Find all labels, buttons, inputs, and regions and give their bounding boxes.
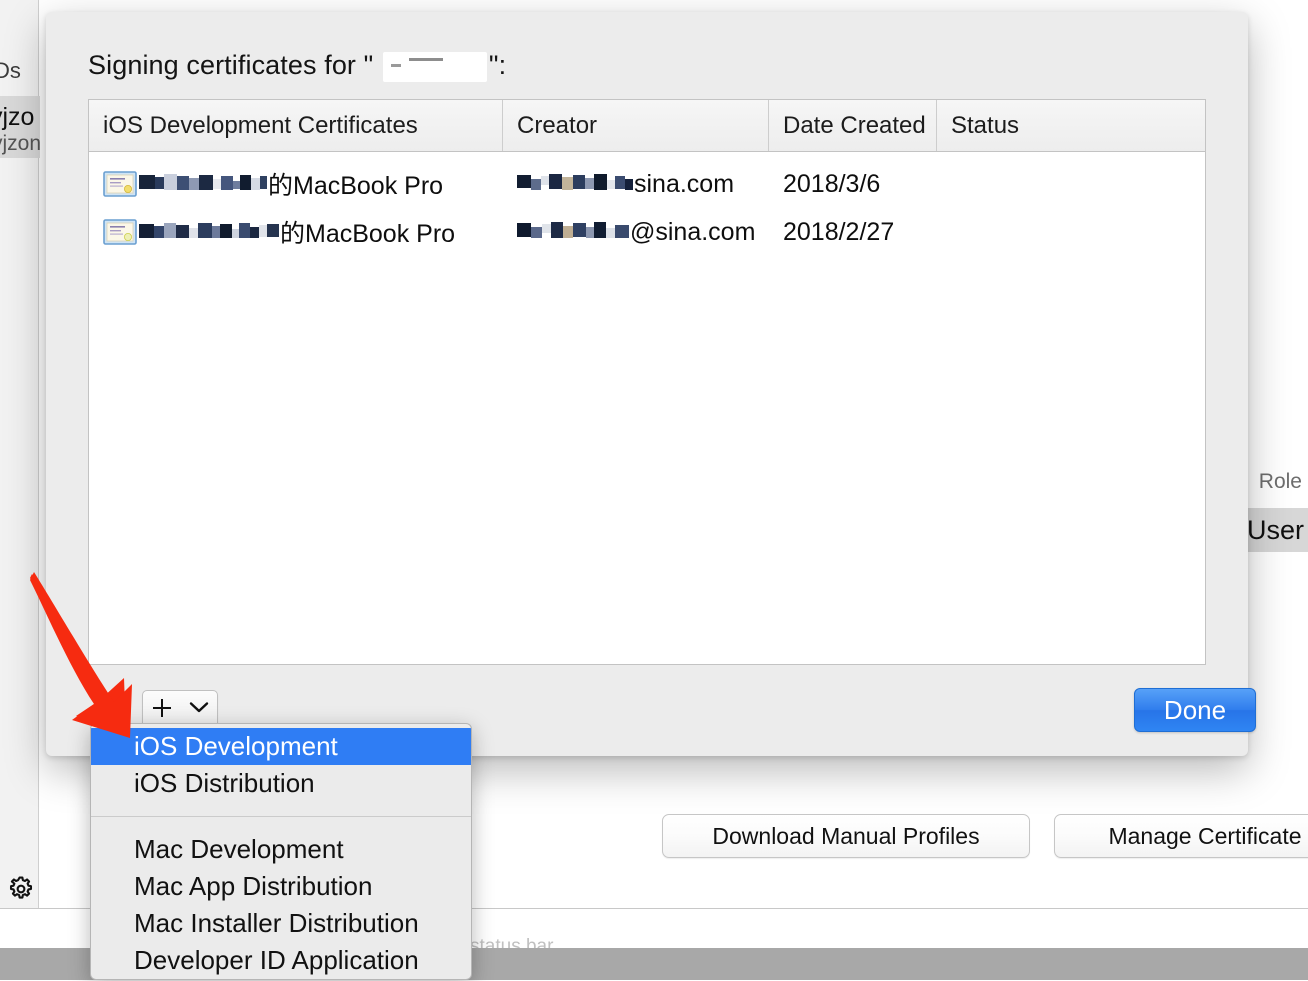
background-team-subtitle: yjzon [0,132,42,155]
certificate-icon [103,171,137,197]
background-team-name: yjzo [0,103,35,131]
background-role-value: User [1246,515,1304,545]
table-row[interactable]: 的MacBook Pro @sina.com 2018/2/27 [89,208,1205,256]
redacted-creator-email [517,172,633,196]
chevron-down-icon [189,700,209,719]
creator-email-suffix: sina.com [634,169,735,198]
download-manual-profiles-button[interactable]: Download Manual Profiles [662,814,1030,858]
certificate-icon [103,219,137,245]
sheet-title-suffix: ": [488,50,507,80]
table-row[interactable]: 的MacBook Pro sina.com 2018/3/6 [89,160,1205,208]
menu-item-ios-development[interactable]: iOS Development [91,728,471,765]
menu-item-developer-id-application[interactable]: Developer ID Application [91,942,471,979]
menu-separator [91,816,471,817]
certificates-table-body: 的MacBook Pro sina.com 2018/3/6 的MacBook … [89,160,1205,256]
background-role-header: Role [1258,470,1302,493]
redacted-owner-name [139,220,279,244]
cell-creator: sina.com [503,170,769,199]
cell-certificate-name: 的MacBook Pro [89,166,503,202]
signing-certificates-sheet: Signing certificates for " ": iOS Develo… [46,12,1256,756]
owner-name-suffix: 的MacBook Pro [280,220,456,248]
owner-name-suffix: 的MacBook Pro [268,172,444,200]
redacted-team-name [382,51,487,82]
column-header-date-created[interactable]: Date Created [769,100,937,151]
background-os-label: Ds [0,58,21,83]
cell-date-created: 2018/2/27 [783,217,895,246]
redacted-owner-name [139,172,267,196]
column-header-name[interactable]: iOS Development Certificates [89,100,503,151]
certificate-type-menu[interactable]: iOS Development iOS Distribution Mac Dev… [90,723,472,980]
cell-date-created: 2018/3/6 [783,169,881,198]
menu-item-mac-development[interactable]: Mac Development [91,831,471,868]
done-button[interactable]: Done [1134,688,1256,732]
menu-item-mac-app-distribution[interactable]: Mac App Distribution [91,868,471,905]
certificates-table-header: iOS Development Certificates Creator Dat… [89,100,1205,152]
plus-icon [152,696,172,723]
column-header-status[interactable]: Status [937,100,1205,151]
gear-icon[interactable] [8,876,34,902]
creator-email-suffix: @sina.com [630,217,756,246]
manage-certificates-button[interactable]: Manage Certificate [1054,814,1308,858]
menu-item-ios-distribution[interactable]: iOS Distribution [91,765,471,802]
sheet-title-prefix: Signing certificates for " [88,50,381,80]
certificates-table[interactable]: iOS Development Certificates Creator Dat… [88,99,1206,665]
redacted-creator-email [517,220,629,244]
cell-creator: @sina.com [503,218,769,247]
cell-certificate-name: 的MacBook Pro [89,214,503,250]
column-header-creator[interactable]: Creator [503,100,769,151]
menu-item-mac-installer-distribution[interactable]: Mac Installer Distribution [91,905,471,942]
sheet-title: Signing certificates for " ": [88,50,506,82]
